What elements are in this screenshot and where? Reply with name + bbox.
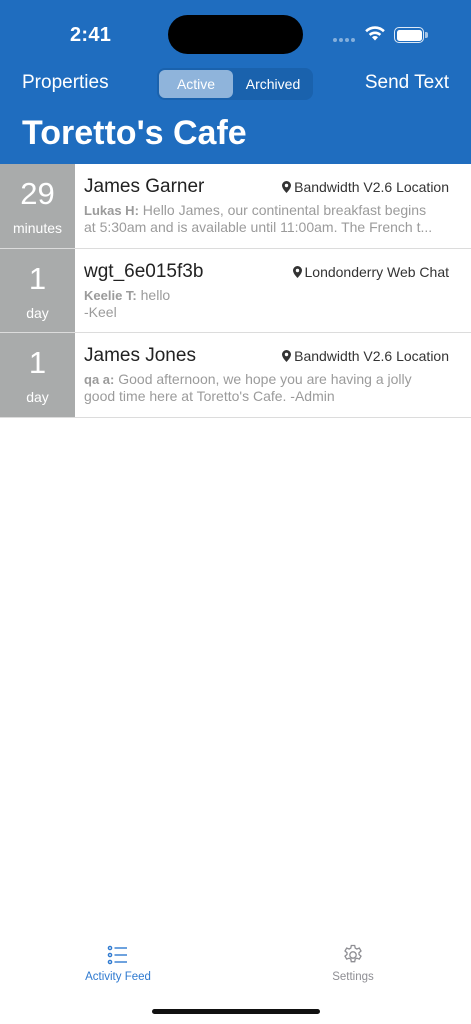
age-unit: day: [26, 304, 49, 321]
list-icon: [107, 945, 127, 965]
status-time: 2:41: [70, 24, 112, 46]
dynamic-island: [168, 15, 303, 54]
properties-button[interactable]: Properties: [22, 72, 109, 94]
age-unit: day: [26, 389, 49, 405]
age-badge: 29 minutes: [0, 164, 75, 248]
sender-name: Lukas H:: [84, 203, 139, 218]
contact-name: James Jones: [84, 345, 196, 366]
conversation-row[interactable]: 29 minutes James Garner Bandwidth V2.6 L…: [0, 164, 471, 249]
message-preview: Lukas H: Hello James, our continental br…: [84, 202, 449, 236]
location-text: Bandwidth V2.6 Location: [294, 179, 449, 195]
location-label: Bandwidth V2.6 Location: [282, 179, 449, 195]
tab-bar: Activity Feed Settings: [0, 935, 471, 995]
contact-name: wgt_6e015f3b: [84, 260, 204, 282]
location-text: Londonderry Web Chat: [304, 263, 450, 280]
age-value: 29: [20, 176, 55, 211]
contact-name: James Garner: [84, 176, 205, 197]
location-label: Londonderry Web Chat: [292, 263, 450, 280]
location-pin-icon: [282, 350, 292, 362]
gear-icon: [344, 944, 362, 963]
active-archived-segmented-control[interactable]: Active Archived: [157, 68, 313, 100]
battery-icon: [394, 27, 428, 43]
tab-label: Settings: [332, 971, 374, 983]
location-pin-icon: [292, 265, 302, 278]
tab-label: Activity Feed: [85, 971, 151, 983]
age-value: 1: [28, 260, 47, 296]
location-pin-icon: [282, 181, 292, 193]
age-badge: 1 day: [0, 333, 75, 417]
conversation-row[interactable]: 1 day James Jones Bandwidth V2.6 Locatio…: [0, 333, 471, 418]
tab-settings[interactable]: Settings: [283, 935, 423, 995]
wifi-icon: [365, 26, 385, 41]
message-preview: Keelie T: hello -Keel: [84, 287, 449, 321]
location-label: Bandwidth V2.6 Location: [282, 348, 449, 364]
age-badge: 1 day: [0, 248, 75, 332]
segment-active[interactable]: Active: [159, 70, 233, 98]
page-title: Toretto's Cafe: [22, 114, 247, 152]
sender-name: qa a:: [84, 372, 115, 387]
home-indicator: [152, 1009, 320, 1014]
conversation-row[interactable]: 1 day wgt_6e015f3b Londonderry Web Chat …: [0, 248, 471, 333]
message-text-continued: good time here at Toretto's Cafe. -Admin: [84, 388, 335, 404]
message-text-continued: -Keel: [84, 303, 117, 320]
location-text: Bandwidth V2.6 Location: [294, 348, 449, 364]
tab-activity-feed[interactable]: Activity Feed: [48, 935, 188, 995]
segment-archived[interactable]: Archived: [235, 70, 311, 98]
message-preview: qa a: Good afternoon, we hope you are ha…: [84, 371, 449, 405]
send-text-button[interactable]: Send Text: [365, 72, 449, 94]
age-value: 1: [28, 345, 47, 380]
cellular-signal-icon: [333, 38, 359, 44]
status-bar: 2:41: [0, 0, 471, 60]
age-unit: minutes: [12, 220, 63, 236]
sender-name: Keelie T:: [84, 287, 137, 303]
message-text: Good afternoon, we hope you are having a…: [114, 371, 412, 387]
message-text: hello: [136, 286, 171, 303]
header: 2:41 Properties Active Archived Send Tex…: [0, 0, 471, 164]
message-text: Hello James, our continental breakfast b…: [138, 202, 427, 218]
message-text-continued: at 5:30am and is available until 11:00am…: [84, 219, 433, 235]
conversation-list: 29 minutes James Garner Bandwidth V2.6 L…: [0, 164, 471, 418]
